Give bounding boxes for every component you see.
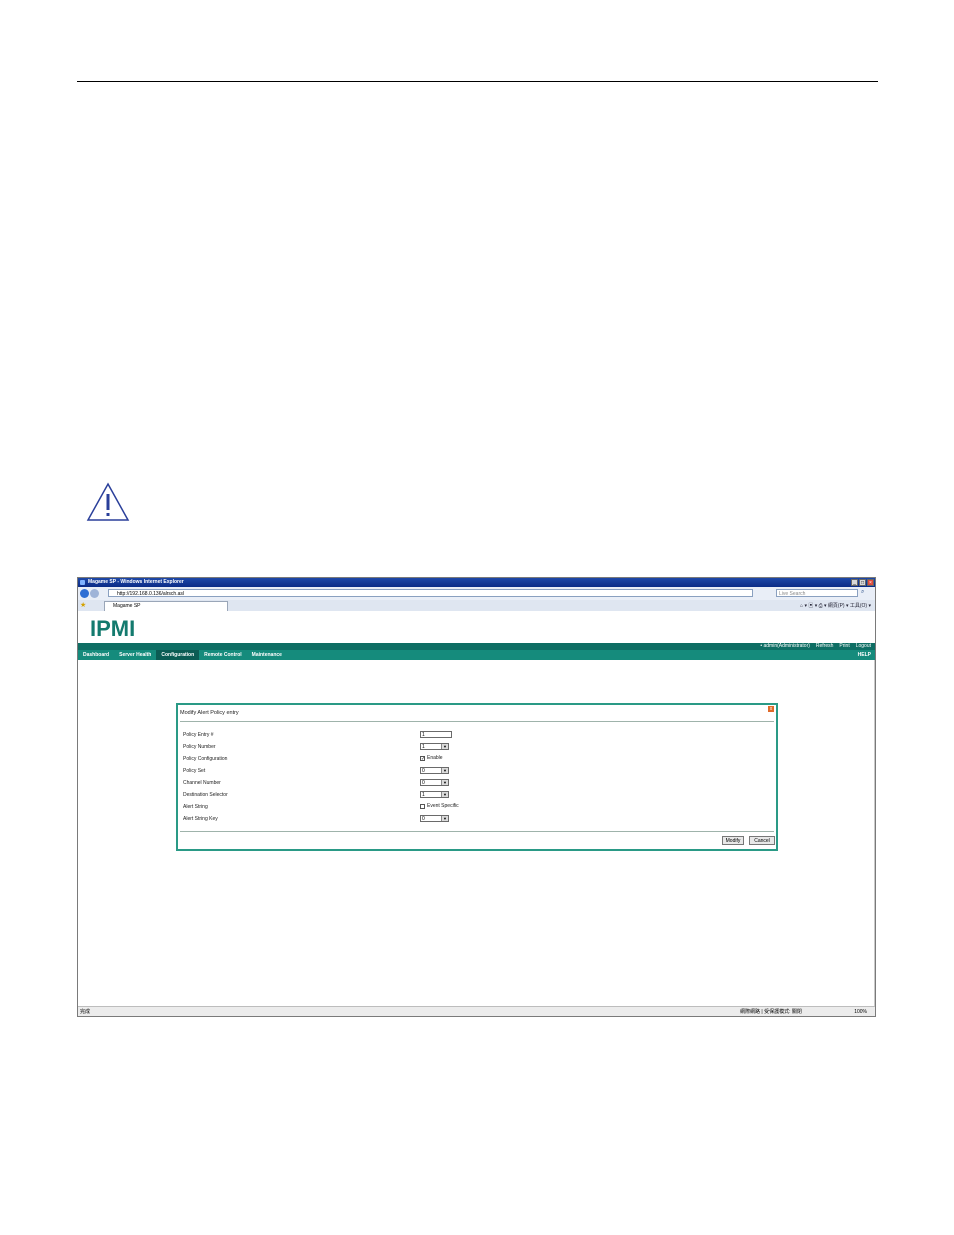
- policy-number-select[interactable]: 1 ▼: [420, 743, 449, 750]
- row-alert-string: Alert String Event Specific: [183, 803, 763, 813]
- alert-string-key-label: Alert String Key: [183, 816, 218, 822]
- minimize-icon[interactable]: _: [851, 579, 858, 586]
- security-zone: 網際網路 | 受保護模式: 關閉: [740, 1009, 802, 1015]
- checkbox-checked-icon: ✓: [420, 755, 426, 762]
- cancel-button[interactable]: Cancel: [749, 836, 775, 845]
- user-strip: [78, 643, 875, 650]
- menu-configuration[interactable]: Configuration: [156, 650, 200, 660]
- row-policy-number: Policy Number 1 ▼: [183, 743, 763, 753]
- header-rule: [77, 81, 878, 82]
- policy-configuration-label: Policy Configuration: [183, 756, 228, 762]
- chevron-down-icon: ▼: [441, 768, 448, 773]
- row-policy-entry: Policy Entry # 1: [183, 731, 763, 741]
- menu-maintenance[interactable]: Maintenance: [247, 650, 287, 660]
- chevron-down-icon: ▼: [441, 780, 448, 785]
- app-header: IPMI: [78, 611, 875, 643]
- alert-string-key-select[interactable]: 0 ▼: [420, 815, 449, 822]
- menu-dashboard[interactable]: Dashboard: [78, 650, 114, 660]
- channel-number-label: Channel Number: [183, 780, 221, 786]
- address-bar-row: http://192.168.0.136/alrsch.asl Live Sea…: [78, 587, 875, 601]
- event-specific-checkbox[interactable]: Event Specific: [420, 803, 459, 809]
- search-input[interactable]: Live Search: [776, 589, 858, 597]
- row-policy-configuration: Policy Configuration ✓ Enable: [183, 755, 763, 765]
- zoom-level[interactable]: 100%: [854, 1007, 867, 1016]
- back-icon[interactable]: [80, 589, 89, 598]
- policy-set-select[interactable]: 0 ▼: [420, 767, 449, 774]
- alert-string-label: Alert String: [183, 804, 208, 810]
- chevron-down-icon: ▼: [441, 792, 448, 797]
- ipmi-logo: IPMI: [90, 616, 136, 641]
- dialog-title: Modify Alert Policy entry: [180, 710, 239, 716]
- policy-number-value: 1: [422, 744, 425, 750]
- destination-selector-label: Destination Selector: [183, 792, 228, 798]
- enable-label: Enable: [427, 755, 443, 761]
- window-title: Magame SP - Windows Internet Explorer: [88, 579, 184, 585]
- policy-number-label: Policy Number: [183, 744, 216, 750]
- favorites-star-icon[interactable]: ★: [80, 601, 86, 609]
- user-links: • admin(Administrator) Refresh Print Log…: [760, 643, 871, 650]
- policy-entry-label: Policy Entry #: [183, 732, 214, 738]
- browser-window: Magame SP - Windows Internet Explorer _ …: [77, 577, 876, 1017]
- window-title-bar: Magame SP - Windows Internet Explorer _ …: [78, 578, 875, 587]
- address-input[interactable]: http://192.168.0.136/alrsch.asl: [108, 589, 753, 597]
- event-specific-label: Event Specific: [427, 803, 459, 809]
- checkbox-unchecked-icon: [420, 803, 425, 809]
- tab-magame-sp[interactable]: Magame SP: [104, 601, 228, 611]
- dialog-divider: [180, 721, 774, 722]
- chevron-down-icon: ▼: [441, 744, 448, 749]
- alert-string-key-value: 0: [422, 816, 425, 822]
- status-text: 完成: [80, 1009, 91, 1015]
- caution-icon: [86, 482, 130, 521]
- search-icon[interactable]: ⌕: [861, 589, 864, 596]
- refresh-link[interactable]: Refresh: [816, 643, 834, 650]
- chevron-down-icon: ▼: [441, 816, 448, 821]
- print-link[interactable]: Print: [839, 643, 849, 650]
- close-icon[interactable]: ×: [867, 579, 874, 586]
- row-destination-selector: Destination Selector 1 ▼: [183, 791, 763, 801]
- user-info: • admin(Administrator): [760, 643, 810, 649]
- forward-icon[interactable]: [90, 589, 99, 598]
- destination-selector-value: 1: [422, 792, 425, 798]
- policy-set-value: 0: [422, 768, 425, 774]
- command-bar[interactable]: ⌂ ▾ ▣ ▾ ⎙ ▾ 網頁(P) ▾ 工具(O) ▾: [800, 602, 871, 609]
- maximize-icon[interactable]: □: [859, 579, 866, 586]
- dialog-close-icon[interactable]: x: [768, 706, 774, 712]
- enable-checkbox[interactable]: ✓ Enable: [420, 755, 443, 761]
- modify-alert-policy-dialog: Modify Alert Policy entry x Policy Entry…: [176, 703, 778, 851]
- ie-icon: [80, 580, 85, 585]
- row-policy-set: Policy Set 0 ▼: [183, 767, 763, 777]
- policy-set-label: Policy Set: [183, 768, 206, 774]
- modify-button[interactable]: Modify: [722, 836, 744, 845]
- help-link[interactable]: HELP: [858, 650, 871, 660]
- main-menu: Dashboard Server Health Configuration Re…: [78, 650, 875, 660]
- channel-number-select[interactable]: 0 ▼: [420, 779, 449, 786]
- destination-selector-select[interactable]: 1 ▼: [420, 791, 449, 798]
- menu-server-health[interactable]: Server Health: [114, 650, 156, 660]
- channel-number-value: 0: [422, 780, 425, 786]
- dialog-footer-divider: [180, 831, 774, 832]
- logout-link[interactable]: Logout: [856, 643, 871, 650]
- row-channel-number: Channel Number 0 ▼: [183, 779, 763, 789]
- row-alert-string-key: Alert String Key 0 ▼: [183, 815, 763, 825]
- status-bar: 完成 網際網路 | 受保護模式: 關閉 100%: [78, 1006, 875, 1016]
- policy-entry-input[interactable]: 1: [420, 731, 452, 738]
- menu-remote-control[interactable]: Remote Control: [199, 650, 247, 660]
